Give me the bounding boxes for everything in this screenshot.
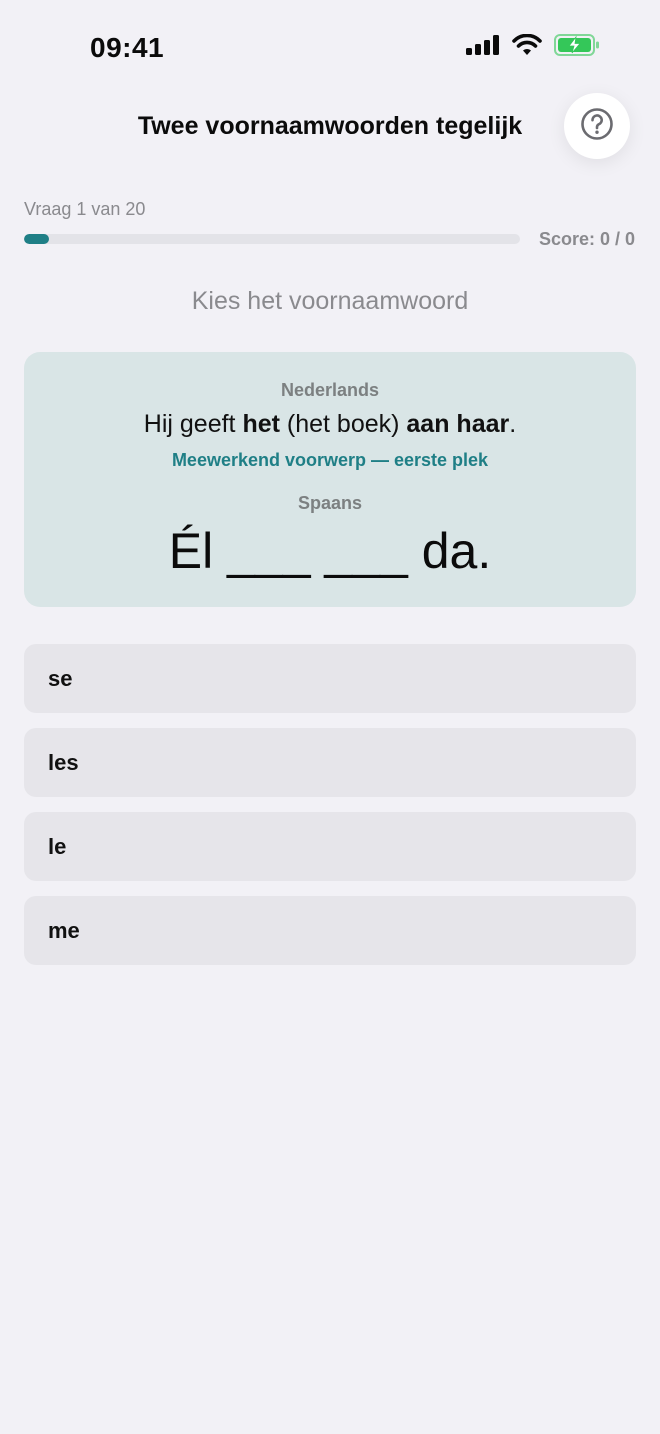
answer-option-label: se bbox=[48, 665, 73, 691]
answer-option[interactable]: se bbox=[24, 644, 636, 713]
source-sentence-part: Hij geeft bbox=[143, 410, 243, 438]
battery-charging-icon bbox=[554, 34, 600, 56]
page-title: Twee voornaamwoorden tegelijk bbox=[137, 112, 523, 140]
answer-option[interactable]: me bbox=[24, 896, 636, 965]
quiz-screen: 09:41 Twee voornaamwoorden tegelijk Vraa… bbox=[0, 0, 660, 1434]
status-time: 09:41 bbox=[90, 32, 165, 63]
score-label: Score: 0 / 0 bbox=[538, 229, 635, 249]
target-language-label: Spaans bbox=[297, 493, 363, 513]
answer-option-label: le bbox=[48, 833, 67, 859]
source-sentence-part: . bbox=[509, 410, 517, 438]
cellular-signal-icon bbox=[466, 35, 500, 55]
source-sentence: Hij geeft het (het boek) aan haar. bbox=[24, 410, 636, 439]
grammar-hint: Meewerkend voorwerp — eerste plek bbox=[171, 450, 489, 470]
progress-bar bbox=[24, 234, 520, 244]
source-sentence-emphasis: het bbox=[242, 410, 280, 438]
answer-option-label: me bbox=[48, 917, 80, 943]
wifi-icon bbox=[512, 34, 542, 56]
answer-option-label: les bbox=[48, 749, 79, 775]
source-language-label: Nederlands bbox=[280, 380, 380, 400]
question-mark-icon bbox=[580, 107, 614, 146]
source-sentence-emphasis: aan haar bbox=[406, 410, 510, 438]
target-sentence: Él ___ ___ da. bbox=[168, 523, 492, 579]
question-counter: Vraag 1 van 20 bbox=[24, 199, 146, 219]
answer-option[interactable]: les bbox=[24, 728, 636, 797]
question-card: Nederlands Hij geeft het (het boek) aan … bbox=[24, 352, 636, 607]
help-button[interactable] bbox=[564, 93, 630, 159]
answer-option[interactable]: le bbox=[24, 812, 636, 881]
instruction-text: Kies het voornaamwoord bbox=[191, 287, 469, 315]
progress-bar-fill bbox=[24, 234, 49, 244]
status-icons bbox=[466, 34, 600, 56]
source-sentence-part: (het boek) bbox=[279, 410, 407, 438]
